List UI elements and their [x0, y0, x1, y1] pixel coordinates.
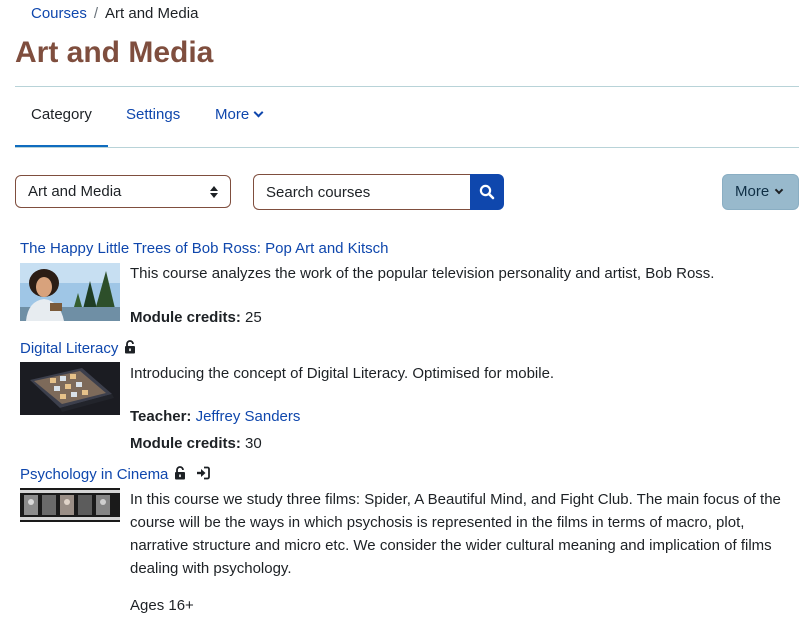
select-arrows-icon: [210, 186, 218, 198]
breadcrumb-current: Art and Media: [105, 5, 199, 22]
teacher-label: Teacher:: [130, 408, 192, 425]
credits-value: 30: [245, 435, 262, 452]
course-image[interactable]: [20, 263, 120, 321]
course-search: [253, 174, 504, 210]
breadcrumb-courses-link[interactable]: Courses: [31, 5, 87, 22]
course-image[interactable]: [20, 362, 120, 415]
teacher-link[interactable]: Jeffrey Sanders: [196, 408, 301, 425]
tab-more-label: More: [215, 106, 250, 123]
course-summary: In this course we study three films: Spi…: [130, 491, 781, 577]
course-credits: Module credits: 30: [130, 435, 262, 452]
course-image-psychology-cinema: [20, 488, 120, 522]
course-title-row: Digital Literacy: [20, 340, 136, 358]
more-actions-label: More: [735, 183, 770, 200]
tab-category[interactable]: Category: [15, 87, 108, 148]
breadcrumb: Courses / Art and Media: [31, 5, 198, 22]
course-item: Psychology in Cinema In this course we s…: [20, 465, 800, 615]
chevron-down-icon: [253, 107, 264, 118]
course-item: Digital Literacy Introducing the concept…: [20, 339, 800, 459]
tab-settings[interactable]: Settings: [126, 87, 180, 145]
course-image[interactable]: [20, 488, 120, 522]
breadcrumb-separator: /: [93, 5, 99, 22]
credits-label: Module credits:: [130, 309, 241, 326]
course-summary: Introducing the concept of Digital Liter…: [130, 365, 555, 382]
course-summary: This course analyzes the work of the pop…: [130, 265, 715, 282]
page-title: Art and Media: [15, 36, 214, 69]
credits-label: Module credits:: [130, 435, 241, 452]
course-credits: Module credits: 25: [130, 309, 262, 326]
category-select[interactable]: Art and Media: [15, 175, 231, 208]
course-image-bob-ross: [20, 263, 120, 321]
unlock-icon: [174, 466, 186, 484]
more-actions-button[interactable]: More: [722, 174, 799, 210]
search-input[interactable]: [253, 174, 471, 210]
search-icon: [479, 184, 495, 200]
sign-in-icon: [196, 466, 211, 484]
course-custom-field: Ages 16+: [130, 597, 194, 614]
tab-more[interactable]: More: [215, 87, 264, 145]
credits-value: 25: [245, 309, 262, 326]
course-teacher: Teacher: Jeffrey Sanders: [130, 408, 300, 425]
unlock-icon: [124, 340, 136, 358]
course-title-link[interactable]: Psychology in Cinema: [20, 466, 168, 483]
course-title-link[interactable]: The Happy Little Trees of Bob Ross: Pop …: [20, 240, 389, 257]
course-image-digital-literacy: [20, 362, 120, 415]
nav-divider: [15, 147, 799, 148]
category-select-value: Art and Media: [28, 183, 122, 200]
secondary-navigation: Category Settings More: [15, 87, 799, 148]
course-title-link[interactable]: Digital Literacy: [20, 340, 118, 357]
search-button[interactable]: [470, 174, 504, 210]
chevron-down-icon: [774, 185, 784, 195]
course-item: The Happy Little Trees of Bob Ross: Pop …: [20, 239, 800, 334]
course-title-row: Psychology in Cinema: [20, 466, 211, 484]
